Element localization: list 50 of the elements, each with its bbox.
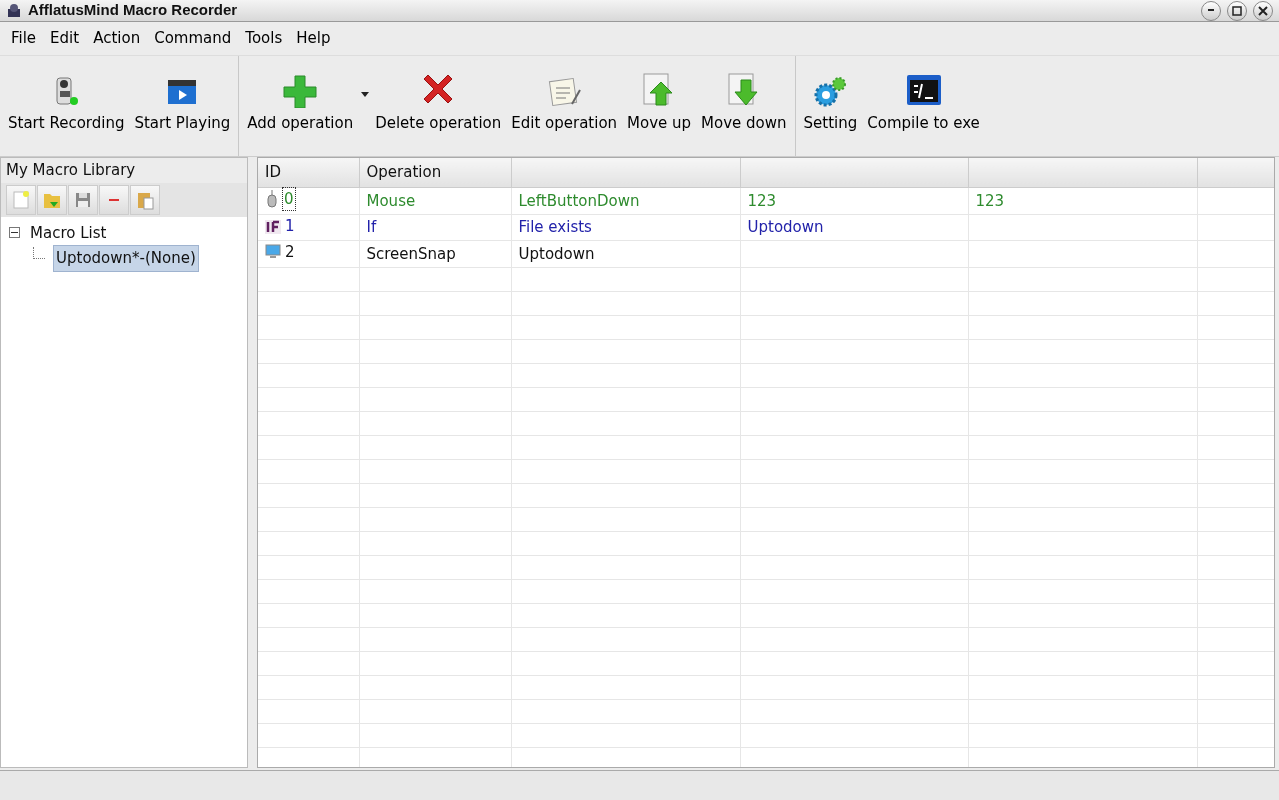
toolbar-button[interactable]: Move up [623, 71, 696, 134]
clipboard-button[interactable] [130, 184, 160, 215]
menu-item[interactable]: Tools [238, 27, 290, 50]
table-cell-text: 2 [285, 242, 295, 263]
toolbar-button[interactable]: Compile to exe [863, 71, 984, 134]
toolbar-button[interactable]: Delete operation [371, 69, 506, 134]
plus-icon [281, 73, 320, 108]
table-cell: Uptodown [747, 218, 824, 237]
tree-item[interactable]: Macro List [28, 220, 109, 245]
minus-button[interactable] [99, 184, 129, 215]
menu-item[interactable]: Edit [43, 27, 87, 50]
menu-item[interactable]: Command [147, 27, 239, 50]
toolbar-button[interactable]: Edit operation [507, 73, 622, 134]
toolbar-button[interactable]: Move down [697, 71, 791, 134]
new-file-icon [12, 189, 30, 210]
table-cell: 123 [975, 191, 1005, 210]
column-header: Operation [359, 158, 511, 187]
toolbar-button[interactable]: Setting [799, 73, 862, 134]
table-cell-text: 1 [285, 216, 295, 238]
maximize-icon [1232, 5, 1242, 16]
toolbar-button[interactable]: Start Playing [130, 73, 235, 134]
table-cell: Uptodown [518, 244, 595, 263]
column-header: ID [258, 158, 359, 187]
save-icon [74, 190, 92, 209]
close-icon [1258, 5, 1268, 16]
table-cell: File exists [518, 218, 592, 237]
table-cell: 0 [283, 187, 295, 210]
menu-item[interactable]: Action [86, 27, 148, 50]
mouse-icon [265, 189, 279, 208]
table-cell: LeftButtonDown [518, 191, 640, 210]
close-button[interactable] [1253, 0, 1273, 21]
if-icon [265, 219, 281, 234]
tree-item[interactable]: Uptodown*-(None) [53, 245, 199, 272]
expander-icon[interactable] [9, 227, 20, 239]
toolbar-button[interactable]: Start Recording [4, 73, 129, 134]
menu-item[interactable]: Help [289, 27, 338, 50]
table-cell: Mouse [366, 191, 416, 210]
minimize-button[interactable] [1201, 0, 1221, 21]
monitor-icon [265, 244, 281, 261]
toolbar-button[interactable]: Add operation [243, 73, 358, 134]
app-icon [6, 2, 22, 19]
panel-title: My Macro Library [1, 158, 247, 183]
table-cell: 123 [747, 191, 777, 210]
menu-item[interactable]: File [4, 27, 44, 50]
maximize-button[interactable] [1227, 0, 1247, 21]
minimize-icon [1207, 9, 1215, 12]
save-button[interactable] [68, 184, 98, 215]
table-cell: ScreenSnap [366, 244, 456, 263]
table-cell: If [366, 218, 377, 237]
window-title: AfflatusMind Macro Recorder [28, 0, 239, 21]
